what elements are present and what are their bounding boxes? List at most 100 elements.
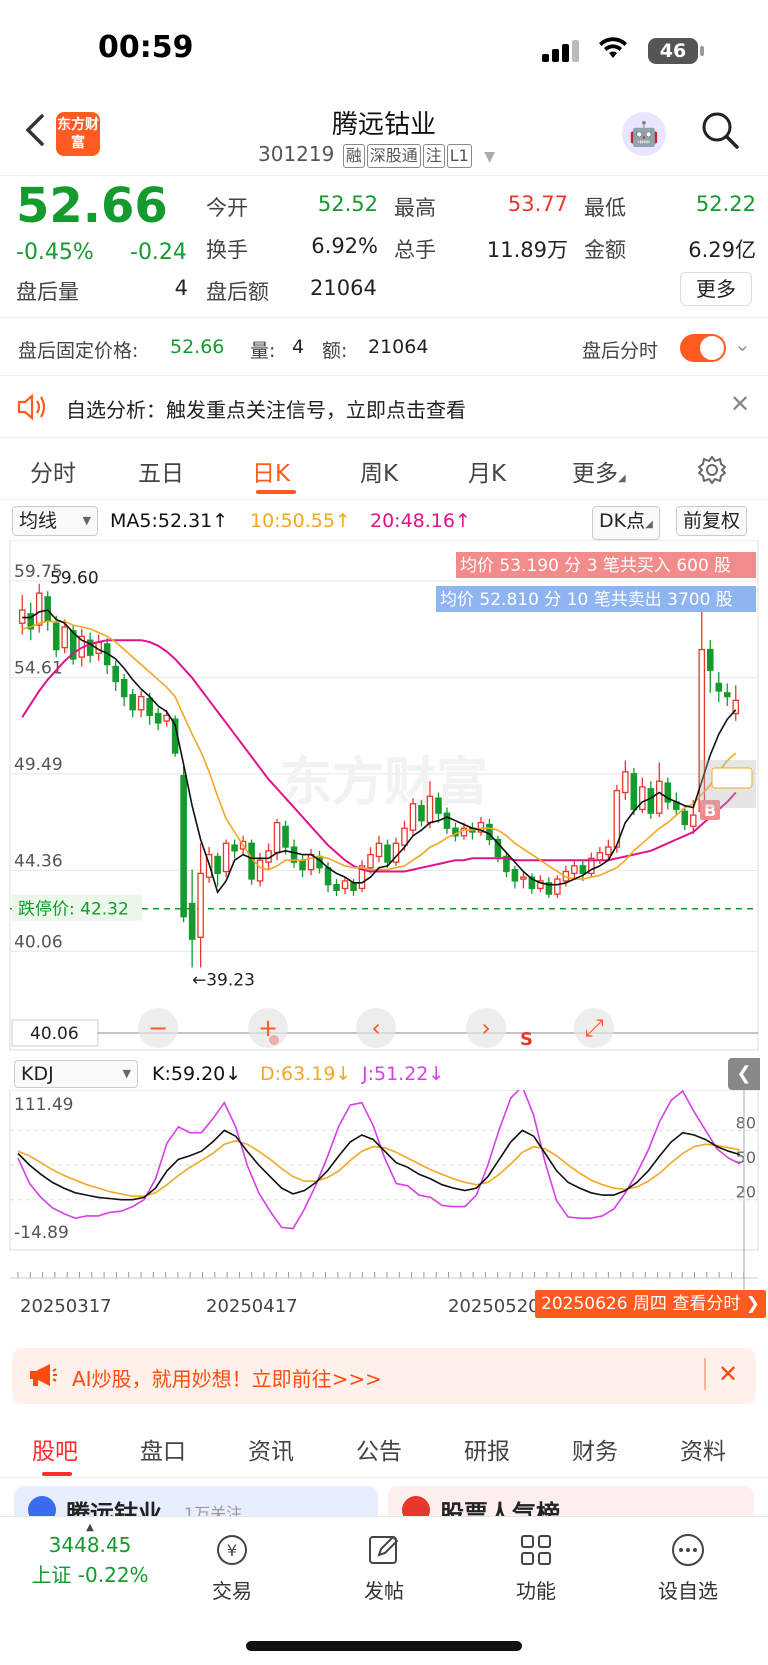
- index-ticker[interactable]: ▲ 3448.45 上证 -0.22%: [20, 1523, 160, 1588]
- after-amount-value: 21064: [310, 276, 377, 300]
- popularity-title: 股票人气榜: [440, 1500, 560, 1516]
- dropdown-triangle-icon: ▼: [484, 149, 495, 165]
- tab-forum[interactable]: 股吧: [32, 1432, 78, 1466]
- candle-body: [579, 865, 587, 875]
- tab-financials[interactable]: 财务: [572, 1432, 618, 1466]
- candle-body: [163, 714, 170, 722]
- tab-five-day[interactable]: 五日: [138, 454, 184, 488]
- ai-promo-banner[interactable]: AI炒股，就用妙想！立即前往>>> ✕: [12, 1348, 756, 1404]
- more-quote-button[interactable]: 更多: [680, 272, 752, 306]
- close-icon[interactable]: ✕: [730, 390, 750, 418]
- trade-markers-box: [711, 767, 753, 789]
- dk-point-button[interactable]: DK点◢: [592, 506, 660, 540]
- indicator-selector[interactable]: KDJ ▼: [14, 1060, 138, 1088]
- ma-selector[interactable]: 均线 ▼: [12, 506, 98, 536]
- candle-body: [324, 867, 332, 886]
- ma-selector-label: 均线: [19, 510, 58, 532]
- last-price: 52.66: [16, 178, 168, 234]
- candle-body: [689, 814, 697, 828]
- megaphone-icon: [26, 1360, 58, 1395]
- dock-functions[interactable]: 功能: [486, 1531, 586, 1604]
- dock-add-watchlist-label: 设自选: [658, 1579, 718, 1603]
- candle-body: [222, 842, 230, 873]
- candle-body: [418, 805, 425, 822]
- period-tabs: 分时 五日 日K 周K 月K 更多◢: [0, 440, 768, 500]
- dock-trade[interactable]: ¥ 交易: [182, 1531, 282, 1604]
- signal-notice-bar[interactable]: 自选分析：触发重点关注信号，立即点击查看 ✕: [0, 378, 768, 438]
- ai-assistant-robot-icon[interactable]: 🤖: [622, 112, 666, 156]
- candle-body: [723, 692, 731, 698]
- scroll-right-icon: ›: [481, 1014, 491, 1042]
- selected-date-badge[interactable]: 20250626 周四 查看分时 ❯: [535, 1290, 766, 1318]
- turnover-label: 换手: [206, 238, 248, 262]
- change-percent: -0.45%: [16, 240, 94, 265]
- sell-marker: S: [520, 1029, 533, 1050]
- dk-point-label: DK点: [599, 510, 646, 532]
- stock-header: 东方财富 腾远钴业 301219 融深股通注 L1 ▼ 🤖: [0, 100, 768, 176]
- high-marker-label: 59.60: [50, 569, 99, 589]
- low-label: 最低: [584, 196, 626, 220]
- candle-body: [409, 803, 417, 831]
- tab-research[interactable]: 研报: [464, 1432, 510, 1466]
- tab-orderbook[interactable]: 盘口: [140, 1432, 186, 1466]
- dock-post-label: 发帖: [364, 1579, 404, 1603]
- tab-announcements[interactable]: 公告: [356, 1432, 402, 1466]
- stock-code: 301219: [258, 142, 335, 166]
- kdj-y-bottom: -14.89: [14, 1223, 69, 1243]
- speaker-icon: [16, 392, 48, 427]
- y-axis-label: 54.61: [14, 659, 63, 679]
- after-hours-bar: 盘后固定价格: 52.66 量: 4 额: 21064 盘后分时 ⌄: [0, 320, 768, 376]
- kdj-level-label: 50: [736, 1148, 756, 1167]
- collapse-left-icon[interactable]: ❮: [728, 1058, 760, 1090]
- zoom-in-icon: +: [258, 1014, 278, 1042]
- candle-body: [443, 812, 451, 829]
- ma5-value: MA5:52.31↑: [110, 510, 229, 532]
- close-icon[interactable]: ✕: [718, 1360, 738, 1388]
- candle-body: [231, 844, 238, 852]
- bottom-dock: ▲ 3448.45 上证 -0.22% ¥ 交易 发帖 功能 设自选: [0, 1516, 768, 1665]
- search-icon[interactable]: [700, 110, 740, 150]
- kdj-d-line: [17, 1139, 741, 1197]
- after-hours-price: 52.66: [170, 336, 225, 358]
- tab-intraday[interactable]: 分时: [30, 454, 76, 488]
- tab-monthly-k[interactable]: 月K: [468, 454, 506, 488]
- amount-value: 6.29亿: [688, 238, 756, 262]
- popularity-card-peek[interactable]: 股票人气榜: [388, 1486, 754, 1516]
- limit-down-label: 跌停价: 42.32: [18, 900, 129, 920]
- forum-card-peek[interactable]: 腾远钴业 1万关注: [14, 1486, 378, 1516]
- tag-registration: 注: [422, 144, 445, 168]
- candle-body: [307, 853, 315, 871]
- candle-body: [681, 810, 689, 826]
- kdj-chart[interactable]: 80 50 20 111.49 -14.89: [0, 1090, 768, 1290]
- date-label-1: 20250417: [206, 1296, 298, 1317]
- dock-add-watchlist[interactable]: 设自选: [638, 1531, 738, 1604]
- date-label-0: 20250317: [20, 1296, 112, 1317]
- dock-functions-label: 功能: [516, 1579, 556, 1603]
- settings-gear-icon[interactable]: [696, 454, 728, 490]
- stock-code-row[interactable]: 301219 融深股通注 L1 ▼: [258, 142, 495, 168]
- tab-news[interactable]: 资讯: [248, 1432, 294, 1466]
- candle-body: [511, 868, 519, 882]
- after-volume-value: 4: [174, 276, 188, 300]
- open-value: 52.52: [317, 192, 378, 216]
- popularity-icon: [402, 1496, 430, 1516]
- tab-daily-k[interactable]: 日K: [252, 454, 290, 488]
- dock-post[interactable]: 发帖: [334, 1531, 434, 1604]
- chevron-down-icon[interactable]: ⌄: [734, 332, 751, 356]
- turnover-value: 6.92%: [311, 234, 378, 258]
- candle-body: [61, 626, 69, 649]
- candlestick-chart[interactable]: 59.7554.6149.4944.3640.06东方财富跌停价: 42.325…: [0, 540, 768, 1060]
- adjust-button[interactable]: 前复权: [676, 506, 748, 536]
- candle-body: [375, 842, 383, 858]
- tab-profile[interactable]: 资料: [680, 1432, 726, 1466]
- candle-body: [197, 872, 204, 938]
- active-tab-indicator: [256, 490, 296, 494]
- after-hours-toggle[interactable]: [680, 334, 726, 362]
- tab-more[interactable]: 更多◢: [572, 454, 626, 488]
- candle-body: [639, 786, 646, 811]
- tab-weekly-k[interactable]: 周K: [360, 454, 398, 488]
- kdj-y-top: 111.49: [14, 1095, 73, 1115]
- candle-body: [137, 695, 145, 711]
- y-axis-label: 49.49: [14, 755, 63, 775]
- grid-apps-icon: [517, 1531, 555, 1569]
